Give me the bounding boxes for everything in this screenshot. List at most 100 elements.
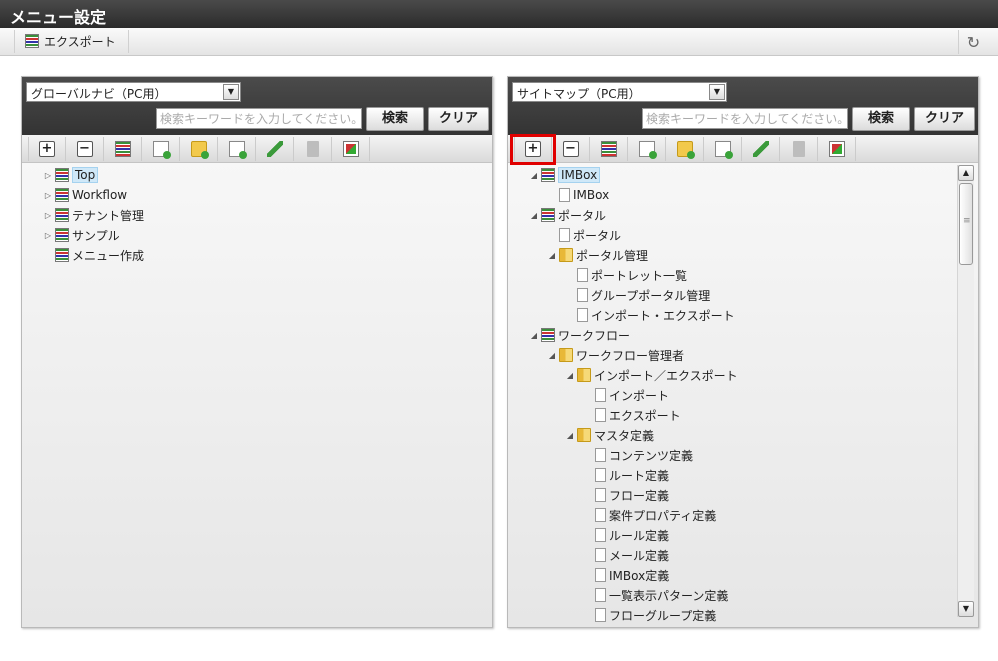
add-folder-button-right[interactable] bbox=[666, 137, 704, 161]
tree-node[interactable]: ルール定義 bbox=[583, 525, 669, 545]
search-button-right[interactable]: 検索 bbox=[852, 107, 910, 131]
tree-node[interactable]: メール定義 bbox=[583, 545, 669, 565]
tree-node-label[interactable]: メール定義 bbox=[609, 547, 669, 564]
tree-node-label[interactable]: サンプル bbox=[72, 227, 120, 244]
tree-node-label[interactable]: ルール定義 bbox=[609, 527, 669, 544]
tree-node-label[interactable]: フローグループ定義 bbox=[609, 607, 716, 624]
tree-node[interactable]: インポート bbox=[583, 385, 669, 405]
add-menu-button-left[interactable] bbox=[104, 137, 142, 161]
tree-node[interactable]: IMBox bbox=[547, 185, 609, 205]
tree-node[interactable]: フロー定義 bbox=[583, 485, 669, 505]
tree-node-label[interactable]: ポータル管理 bbox=[576, 247, 648, 264]
tree-node-label[interactable]: ポータル bbox=[573, 227, 621, 244]
edit-button-right[interactable] bbox=[742, 137, 780, 161]
tree-node-label[interactable]: インポート／エクスポート bbox=[594, 367, 738, 384]
scroll-down-icon[interactable]: ▼ bbox=[958, 601, 974, 617]
tree-node-label[interactable]: テナント管理 bbox=[72, 207, 144, 224]
collapse-icon[interactable]: ◢ bbox=[529, 171, 539, 180]
scroll-up-icon[interactable]: ▲ bbox=[958, 165, 974, 181]
chevron-down-icon[interactable]: ▼ bbox=[709, 84, 725, 100]
tree-node-label[interactable]: 一覧表示パターン定義 bbox=[609, 587, 728, 604]
tree-node-label[interactable]: エクスポート bbox=[609, 407, 681, 424]
collapse-icon[interactable]: ◢ bbox=[529, 331, 539, 340]
permission-button-right[interactable] bbox=[818, 137, 856, 161]
remove-button-right[interactable]: − bbox=[552, 137, 590, 161]
tree-node[interactable]: インポート・エクスポート bbox=[565, 305, 735, 325]
tree-node[interactable]: ルート定義 bbox=[583, 465, 669, 485]
chevron-down-icon[interactable]: ▼ bbox=[223, 84, 239, 100]
tree-node[interactable]: 一覧表示パターン定義 bbox=[583, 585, 728, 605]
tree-node[interactable]: ▷ テナント管理 bbox=[43, 205, 144, 225]
tree-node-label[interactable]: IMBox bbox=[573, 188, 609, 202]
tree-scrollbar[interactable]: ▲ ▼ bbox=[957, 165, 974, 617]
tree-node[interactable]: ▷ Top bbox=[43, 165, 99, 185]
delete-button-left[interactable] bbox=[294, 137, 332, 161]
tree-node[interactable]: 案件プロパティ定義 bbox=[583, 505, 716, 525]
tree-node-label[interactable]: ワークフロー bbox=[558, 327, 630, 344]
tree-node-label[interactable]: IMBox bbox=[558, 167, 601, 183]
add-page-button-left[interactable] bbox=[142, 137, 180, 161]
tree-node-label[interactable]: インポート・エクスポート bbox=[591, 307, 735, 324]
add-button-left[interactable]: + bbox=[28, 137, 66, 161]
clear-button-right[interactable]: クリア bbox=[914, 107, 975, 131]
edit-button-left[interactable] bbox=[256, 137, 294, 161]
search-input-right[interactable] bbox=[642, 108, 848, 129]
tree-node-label[interactable]: インポート bbox=[609, 387, 669, 404]
tree-node-label[interactable]: メニュー作成 bbox=[72, 247, 144, 264]
expand-icon[interactable]: ▷ bbox=[43, 231, 53, 240]
tree-node[interactable]: ポートレット一覧 bbox=[565, 265, 687, 285]
tree-node[interactable]: コンテンツ定義 bbox=[583, 445, 693, 465]
tree-node-label[interactable]: IMBox定義 bbox=[609, 567, 669, 584]
add-menu-button-right[interactable] bbox=[590, 137, 628, 161]
tree-node[interactable]: ポータル bbox=[547, 225, 621, 245]
scrollbar-thumb[interactable] bbox=[959, 183, 973, 265]
tree-node[interactable]: ◢ ポータル bbox=[529, 205, 606, 225]
tree-node[interactable]: IMBox定義 bbox=[583, 565, 669, 585]
menu-select-right[interactable]: サイトマップ（PC用） ▼ bbox=[512, 82, 727, 102]
collapse-icon[interactable]: ◢ bbox=[547, 351, 557, 360]
remove-button-left[interactable]: − bbox=[66, 137, 104, 161]
tree-node-label[interactable]: Top bbox=[72, 167, 99, 183]
tree-node[interactable]: グループポータル管理 bbox=[565, 285, 710, 305]
permission-button-left[interactable] bbox=[332, 137, 370, 161]
delete-button-right[interactable] bbox=[780, 137, 818, 161]
tree-node[interactable]: ◢ ポータル管理 bbox=[547, 245, 648, 265]
tree-node-label[interactable]: マスタ定義 bbox=[594, 427, 654, 444]
new-page-button-left[interactable] bbox=[218, 137, 256, 161]
tree-node[interactable]: フローグループ定義 bbox=[583, 605, 716, 625]
tree-node-label[interactable]: ワークフロー管理者 bbox=[576, 347, 684, 364]
expand-icon[interactable]: ▷ bbox=[43, 171, 53, 180]
add-folder-button-left[interactable] bbox=[180, 137, 218, 161]
tree-node[interactable]: ◢ ワークフロー管理者 bbox=[547, 345, 684, 365]
tree-node-label[interactable]: フロー定義 bbox=[609, 487, 669, 504]
export-button[interactable]: エクスポート bbox=[14, 30, 129, 53]
collapse-icon[interactable]: ◢ bbox=[565, 371, 575, 380]
expand-icon[interactable]: ▷ bbox=[43, 211, 53, 220]
tree-node[interactable]: ▷ サンプル bbox=[43, 225, 120, 245]
tree-node[interactable]: ◢ インポート／エクスポート bbox=[565, 365, 738, 385]
tree-node-label[interactable]: ルート定義 bbox=[609, 467, 669, 484]
collapse-icon[interactable]: ◢ bbox=[547, 251, 557, 260]
tree-node-label[interactable]: ポータル bbox=[558, 207, 606, 224]
add-page-button-right[interactable] bbox=[628, 137, 666, 161]
tree-node-label[interactable]: グループポータル管理 bbox=[591, 287, 710, 304]
expand-icon[interactable]: ▷ bbox=[43, 191, 53, 200]
tree-node-label[interactable]: ポートレット一覧 bbox=[591, 267, 687, 284]
collapse-icon[interactable]: ◢ bbox=[565, 431, 575, 440]
search-button-left[interactable]: 検索 bbox=[366, 107, 424, 131]
menu-select-left[interactable]: グローバルナビ（PC用） ▼ bbox=[26, 82, 241, 102]
new-page-button-right[interactable] bbox=[704, 137, 742, 161]
clear-button-left[interactable]: クリア bbox=[428, 107, 489, 131]
tree-node-label[interactable]: コンテンツ定義 bbox=[609, 447, 693, 464]
collapse-icon[interactable]: ◢ bbox=[529, 211, 539, 220]
tree-node-label[interactable]: 案件プロパティ定義 bbox=[609, 507, 716, 524]
search-input-left[interactable] bbox=[156, 108, 362, 129]
tree-node[interactable]: メニュー作成 bbox=[43, 245, 144, 265]
tree-node[interactable]: エクスポート bbox=[583, 405, 681, 425]
tree-node[interactable]: ▷ Workflow bbox=[43, 185, 127, 205]
tree-node[interactable]: ◢ マスタ定義 bbox=[565, 425, 654, 445]
tree-node[interactable]: ◢ ワークフロー bbox=[529, 325, 630, 345]
tree-node-label[interactable]: Workflow bbox=[72, 188, 127, 202]
tree-node[interactable]: ◢ IMBox bbox=[529, 165, 601, 185]
refresh-button[interactable]: ↻ bbox=[958, 30, 988, 54]
